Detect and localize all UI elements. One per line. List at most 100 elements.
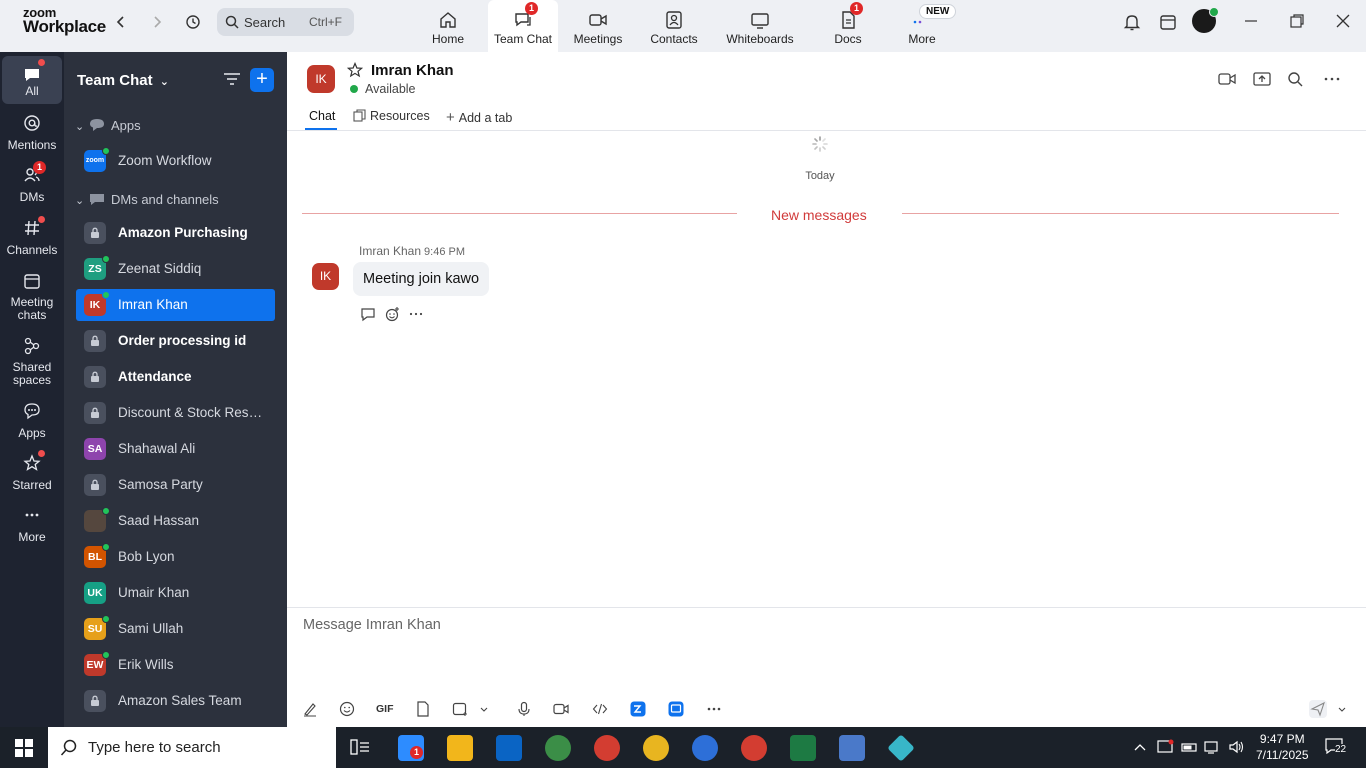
screenshot-icon[interactable] <box>452 701 468 717</box>
rail-more[interactable]: More <box>2 506 62 550</box>
add-reaction-icon[interactable] <box>384 306 400 322</box>
forward-arrow-icon[interactable] <box>149 14 165 30</box>
section-dms-channels[interactable]: ⌄ DMs and channels <box>75 192 219 207</box>
search-icon <box>225 15 239 29</box>
back-arrow-icon[interactable] <box>113 14 129 30</box>
channel-item-attendance[interactable]: Attendance <box>76 361 275 393</box>
channel-item-order-processing-id[interactable]: Order processing id <box>76 325 275 357</box>
search-box[interactable]: Search Ctrl+F <box>217 8 354 36</box>
apps-icon <box>24 403 40 420</box>
dm-item-shahawal-ali[interactable]: SA Shahawal Ali <box>76 433 275 465</box>
tab-chat[interactable]: Chat <box>309 109 335 123</box>
message-input[interactable]: Message Imran Khan <box>303 617 441 633</box>
taskbar-search[interactable]: Type here to search <box>48 727 336 768</box>
dm-item-zeenat-siddiq[interactable]: ZS Zeenat Siddiq <box>76 253 275 285</box>
reply-thread-icon[interactable] <box>360 306 376 322</box>
minimize-icon[interactable] <box>1243 13 1259 29</box>
section-apps[interactable]: ⌄ Apps <box>75 118 141 133</box>
chevron-down-icon: ⌄ <box>75 121 85 133</box>
rail-starred[interactable]: Starred <box>2 454 62 498</box>
list-item-label: Sami Ullah <box>118 621 184 636</box>
history-icon[interactable] <box>185 14 201 30</box>
gif-button[interactable]: GIF <box>376 703 394 715</box>
zoom-app-icon[interactable] <box>630 701 646 717</box>
notification-center[interactable]: 22 <box>1325 738 1347 756</box>
file-icon[interactable] <box>415 701 431 717</box>
dm-item-saad-hassan[interactable]: Saad Hassan <box>76 505 275 537</box>
channel-item-discount-stock-reser[interactable]: Discount & Stock Reser... <box>76 397 275 429</box>
tab-resources[interactable]: Resources <box>353 109 430 123</box>
sidebar-title[interactable]: Team Chat ⌄ <box>77 72 169 89</box>
chrome-icon[interactable] <box>545 735 571 761</box>
dm-item-imran-khan[interactable]: IK Imran Khan <box>76 289 275 321</box>
calculator-icon[interactable] <box>839 735 865 761</box>
filter-icon[interactable] <box>223 72 241 86</box>
more-tools-icon[interactable] <box>706 701 722 717</box>
clock[interactable]: 9:47 PM 7/11/2025 <box>1256 731 1309 763</box>
outlook-icon[interactable] <box>496 735 522 761</box>
format-icon[interactable] <box>302 701 318 717</box>
emoji-icon[interactable] <box>339 701 355 717</box>
app-diamond-icon[interactable] <box>887 734 915 762</box>
chrome-profile-4-icon[interactable] <box>692 735 718 761</box>
share-screen-icon[interactable] <box>1253 71 1271 87</box>
dm-item-umair-khan[interactable]: UK Umair Khan <box>76 577 275 609</box>
excel-icon[interactable] <box>790 735 816 761</box>
list-item-label: Amazon Sales Team <box>118 693 242 708</box>
tab-whiteboards[interactable]: Whiteboards <box>720 0 800 52</box>
tray-app-icon[interactable] <box>1157 739 1175 755</box>
close-icon[interactable] <box>1335 13 1351 29</box>
code-snippet-icon[interactable] <box>592 701 608 717</box>
contact-name[interactable]: Imran Khan <box>371 62 454 79</box>
contact-avatar[interactable]: IK <box>307 65 335 93</box>
chrome-profile-5-icon[interactable] <box>741 735 767 761</box>
file-explorer-icon[interactable] <box>447 735 473 761</box>
chrome-profile-3-icon[interactable] <box>643 735 669 761</box>
rail-meeting-chats[interactable]: Meeting chats <box>2 272 62 324</box>
bell-icon[interactable] <box>1122 12 1142 32</box>
tab-meetings[interactable]: Meetings <box>568 0 628 52</box>
channel-item-amazon-purchasing[interactable]: Amazon Purchasing <box>76 217 275 249</box>
rail-dms[interactable]: DMs <box>2 166 62 210</box>
video-message-icon[interactable] <box>553 701 569 717</box>
message-avatar[interactable]: IK <box>312 263 339 290</box>
chrome-profile-2-icon[interactable] <box>594 735 620 761</box>
video-call-icon[interactable] <box>1218 71 1236 87</box>
star-icon[interactable] <box>347 62 363 78</box>
tab-add[interactable]: + Add a tab <box>446 109 512 126</box>
send-options-chevron-icon[interactable] <box>1334 701 1350 717</box>
chevron-up-icon[interactable] <box>1133 741 1147 753</box>
message-bubble[interactable]: Meeting join kawo <box>353 262 490 296</box>
battery-icon[interactable] <box>1181 739 1199 755</box>
list-item-zoom-workflow[interactable]: zoom Zoom Workflow <box>76 145 275 177</box>
whiteboard-app-icon[interactable] <box>668 701 684 717</box>
search-icon[interactable] <box>1287 71 1305 87</box>
dm-item-sami-ullah[interactable]: SU Sami Ullah <box>76 613 275 645</box>
microphone-icon[interactable] <box>516 701 532 717</box>
rail-mentions[interactable]: Mentions <box>2 114 62 158</box>
rail-all[interactable]: All <box>2 56 62 104</box>
more-options-icon[interactable] <box>1323 71 1341 87</box>
new-chat-button[interactable]: + <box>250 68 274 92</box>
rail-shared-spaces[interactable]: Shared spaces <box>2 337 62 389</box>
channel-item-amazon-sales-team[interactable]: Amazon Sales Team <box>76 685 275 717</box>
tab-team-chat[interactable]: 1 Team Chat <box>488 0 558 52</box>
channel-item-samosa-party[interactable]: Samosa Party <box>76 469 275 501</box>
tab-home[interactable]: Home <box>420 0 476 52</box>
dm-item-bob-lyon[interactable]: BL Bob Lyon <box>76 541 275 573</box>
rail-channels[interactable]: Channels <box>2 219 62 263</box>
volume-icon[interactable] <box>1228 739 1246 755</box>
network-icon[interactable] <box>1204 739 1222 755</box>
message-more-icon[interactable] <box>408 306 424 322</box>
task-view-icon[interactable] <box>350 738 370 756</box>
user-avatar[interactable] <box>1192 7 1219 33</box>
tab-docs[interactable]: 1 Docs <box>824 0 872 52</box>
restore-icon[interactable] <box>1289 13 1305 29</box>
dm-item-erik-wills[interactable]: EW Erik Wills <box>76 649 275 681</box>
windows-start-icon[interactable] <box>15 739 33 757</box>
send-icon[interactable] <box>1309 700 1327 718</box>
rail-apps[interactable]: Apps <box>2 402 62 446</box>
calendar-apps-icon[interactable] <box>1158 12 1178 32</box>
chevron-down-icon[interactable] <box>476 701 492 717</box>
tab-contacts[interactable]: Contacts <box>644 0 704 52</box>
